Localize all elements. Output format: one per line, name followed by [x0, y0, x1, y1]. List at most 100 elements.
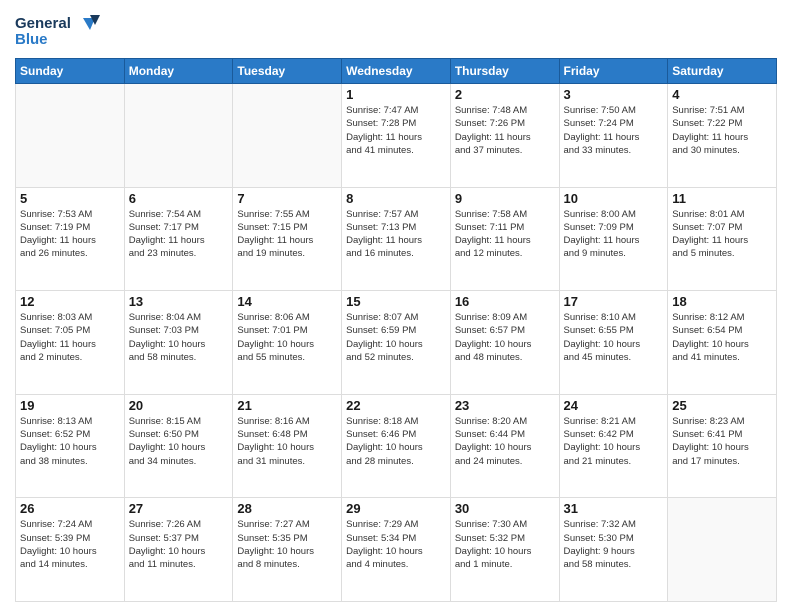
calendar-cell: 7 Sunrise: 7:55 AMSunset: 7:15 PMDaylight… — [233, 187, 342, 291]
header: General Blue — [15, 10, 777, 50]
svg-text:Blue: Blue — [15, 31, 48, 48]
calendar-week-row: 19 Sunrise: 8:13 AMSunset: 6:52 PMDayligh… — [16, 394, 777, 498]
calendar-week-row: 26 Sunrise: 7:24 AMSunset: 5:39 PMDayligh… — [16, 498, 777, 602]
calendar-cell: 28Sunrise: 7:27 AMSunset: 5:35 PMDayligh… — [233, 498, 342, 602]
day-number: 21 — [237, 398, 337, 413]
day-info: Sunrise: 8:15 AMSunset: 6:50 PMDaylight:… — [129, 415, 229, 468]
day-number: 8 — [346, 191, 446, 206]
day-info: Sunrise: 7:54 AMSunset: 7:17 PMDaylight:… — [129, 208, 229, 261]
day-info: Sunrise: 7:51 AMSunset: 7:22 PMDaylight:… — [672, 104, 772, 157]
calendar-cell: 30 Sunrise: 7:30 AMSunset: 5:32 PMDayligh… — [450, 498, 559, 602]
calendar-cell: 29 Sunrise: 7:29 AMSunset: 5:34 PMDayligh… — [342, 498, 451, 602]
day-info: Sunrise: 8:01 AMSunset: 7:07 PMDaylight:… — [672, 208, 772, 261]
day-number: 25 — [672, 398, 772, 413]
day-number: 10 — [564, 191, 664, 206]
day-info: Sunrise: 7:29 AMSunset: 5:34 PMDaylight:… — [346, 518, 446, 571]
calendar-cell: 4 Sunrise: 7:51 AMSunset: 7:22 PMDaylight… — [668, 84, 777, 188]
calendar-cell: 6 Sunrise: 7:54 AMSunset: 7:17 PMDaylight… — [124, 187, 233, 291]
day-number: 23 — [455, 398, 555, 413]
day-number: 31 — [564, 501, 664, 516]
day-info: Sunrise: 7:32 AMSunset: 5:30 PMDaylight:… — [564, 518, 664, 571]
day-info: Sunrise: 7:26 AMSunset: 5:37 PMDaylight:… — [129, 518, 229, 571]
day-number: 11 — [672, 191, 772, 206]
day-number: 5 — [20, 191, 120, 206]
day-number: 3 — [564, 87, 664, 102]
calendar-cell: 12 Sunrise: 8:03 AMSunset: 7:05 PMDayligh… — [16, 291, 125, 395]
calendar-cell: 11 Sunrise: 8:01 AMSunset: 7:07 PMDayligh… — [668, 187, 777, 291]
calendar-table: SundayMondayTuesdayWednesdayThursdayFrid… — [15, 58, 777, 602]
logo: General Blue — [15, 10, 105, 50]
calendar-cell: 8 Sunrise: 7:57 AMSunset: 7:13 PMDaylight… — [342, 187, 451, 291]
calendar-cell: 14 Sunrise: 8:06 AMSunset: 7:01 PMDayligh… — [233, 291, 342, 395]
day-info: Sunrise: 8:20 AMSunset: 6:44 PMDaylight:… — [455, 415, 555, 468]
day-info: Sunrise: 7:57 AMSunset: 7:13 PMDaylight:… — [346, 208, 446, 261]
calendar-cell — [124, 84, 233, 188]
calendar-header-row: SundayMondayTuesdayWednesdayThursdayFrid… — [16, 59, 777, 84]
calendar-cell: 20 Sunrise: 8:15 AMSunset: 6:50 PMDayligh… — [124, 394, 233, 498]
day-number: 18 — [672, 294, 772, 309]
calendar-header-thursday: Thursday — [450, 59, 559, 84]
calendar-week-row: 12 Sunrise: 8:03 AMSunset: 7:05 PMDayligh… — [16, 291, 777, 395]
day-number: 2 — [455, 87, 555, 102]
day-number: 7 — [237, 191, 337, 206]
day-number: 9 — [455, 191, 555, 206]
day-info: Sunrise: 8:04 AMSunset: 7:03 PMDaylight:… — [129, 311, 229, 364]
calendar-cell: 16Sunrise: 8:09 AMSunset: 6:57 PMDayligh… — [450, 291, 559, 395]
calendar-header-tuesday: Tuesday — [233, 59, 342, 84]
calendar-week-row: 5 Sunrise: 7:53 AMSunset: 7:19 PMDaylight… — [16, 187, 777, 291]
day-number: 27 — [129, 501, 229, 516]
day-number: 19 — [20, 398, 120, 413]
day-info: Sunrise: 7:53 AMSunset: 7:19 PMDaylight:… — [20, 208, 120, 261]
calendar-cell: 26 Sunrise: 7:24 AMSunset: 5:39 PMDayligh… — [16, 498, 125, 602]
day-number: 17 — [564, 294, 664, 309]
calendar-cell: 31 Sunrise: 7:32 AMSunset: 5:30 PMDayligh… — [559, 498, 668, 602]
calendar-cell: 10 Sunrise: 8:00 AMSunset: 7:09 PMDayligh… — [559, 187, 668, 291]
day-number: 15 — [346, 294, 446, 309]
day-info: Sunrise: 8:00 AMSunset: 7:09 PMDaylight:… — [564, 208, 664, 261]
day-info: Sunrise: 8:23 AMSunset: 6:41 PMDaylight:… — [672, 415, 772, 468]
svg-text:General: General — [15, 15, 71, 32]
day-info: Sunrise: 8:06 AMSunset: 7:01 PMDaylight:… — [237, 311, 337, 364]
day-number: 13 — [129, 294, 229, 309]
day-number: 30 — [455, 501, 555, 516]
calendar-week-row: 1Sunrise: 7:47 AMSunset: 7:28 PMDaylight… — [16, 84, 777, 188]
day-number: 14 — [237, 294, 337, 309]
day-number: 1 — [346, 87, 446, 102]
calendar-cell: 24Sunrise: 8:21 AMSunset: 6:42 PMDayligh… — [559, 394, 668, 498]
calendar-cell: 13 Sunrise: 8:04 AMSunset: 7:03 PMDayligh… — [124, 291, 233, 395]
calendar-cell: 19 Sunrise: 8:13 AMSunset: 6:52 PMDayligh… — [16, 394, 125, 498]
calendar-cell: 21Sunrise: 8:16 AMSunset: 6:48 PMDayligh… — [233, 394, 342, 498]
day-number: 4 — [672, 87, 772, 102]
day-info: Sunrise: 7:48 AMSunset: 7:26 PMDaylight:… — [455, 104, 555, 157]
day-info: Sunrise: 7:55 AMSunset: 7:15 PMDaylight:… — [237, 208, 337, 261]
day-info: Sunrise: 7:58 AMSunset: 7:11 PMDaylight:… — [455, 208, 555, 261]
day-info: Sunrise: 7:50 AMSunset: 7:24 PMDaylight:… — [564, 104, 664, 157]
calendar-cell: 27 Sunrise: 7:26 AMSunset: 5:37 PMDayligh… — [124, 498, 233, 602]
day-info: Sunrise: 8:18 AMSunset: 6:46 PMDaylight:… — [346, 415, 446, 468]
calendar-cell: 2 Sunrise: 7:48 AMSunset: 7:26 PMDaylight… — [450, 84, 559, 188]
day-info: Sunrise: 8:12 AMSunset: 6:54 PMDaylight:… — [672, 311, 772, 364]
calendar-cell: 9 Sunrise: 7:58 AMSunset: 7:11 PMDaylight… — [450, 187, 559, 291]
calendar-header-monday: Monday — [124, 59, 233, 84]
day-info: Sunrise: 8:07 AMSunset: 6:59 PMDaylight:… — [346, 311, 446, 364]
calendar-header-wednesday: Wednesday — [342, 59, 451, 84]
day-number: 6 — [129, 191, 229, 206]
day-number: 29 — [346, 501, 446, 516]
day-info: Sunrise: 7:24 AMSunset: 5:39 PMDaylight:… — [20, 518, 120, 571]
day-info: Sunrise: 8:13 AMSunset: 6:52 PMDaylight:… — [20, 415, 120, 468]
day-info: Sunrise: 7:30 AMSunset: 5:32 PMDaylight:… — [455, 518, 555, 571]
day-number: 28 — [237, 501, 337, 516]
day-info: Sunrise: 8:10 AMSunset: 6:55 PMDaylight:… — [564, 311, 664, 364]
day-number: 16 — [455, 294, 555, 309]
calendar-cell: 3 Sunrise: 7:50 AMSunset: 7:24 PMDaylight… — [559, 84, 668, 188]
calendar-header-saturday: Saturday — [668, 59, 777, 84]
day-number: 20 — [129, 398, 229, 413]
calendar-header-friday: Friday — [559, 59, 668, 84]
day-info: Sunrise: 8:03 AMSunset: 7:05 PMDaylight:… — [20, 311, 120, 364]
calendar-cell — [233, 84, 342, 188]
calendar-cell: 25 Sunrise: 8:23 AMSunset: 6:41 PMDayligh… — [668, 394, 777, 498]
day-number: 12 — [20, 294, 120, 309]
calendar-cell: 23 Sunrise: 8:20 AMSunset: 6:44 PMDayligh… — [450, 394, 559, 498]
day-number: 26 — [20, 501, 120, 516]
calendar-cell: 1Sunrise: 7:47 AMSunset: 7:28 PMDaylight… — [342, 84, 451, 188]
